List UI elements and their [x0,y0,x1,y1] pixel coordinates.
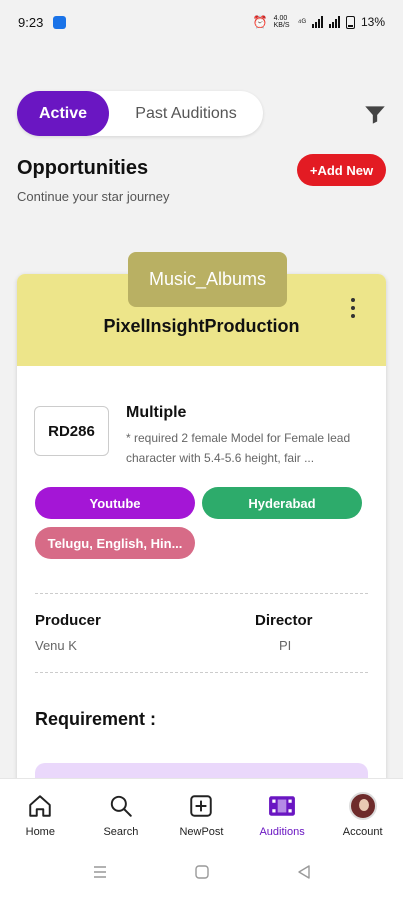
divider [35,672,368,673]
signal-2-icon [328,16,340,28]
platform-chip: Youtube [35,487,195,519]
page-subtitle: Continue your star journey [17,189,170,204]
recents-icon[interactable] [92,864,108,880]
nav-auditions[interactable]: Auditions [242,779,323,844]
requirement-title: Requirement : [35,709,157,729]
notification-icon [53,15,67,29]
system-nav-bar [0,844,403,900]
role-title: Multiple [126,404,187,421]
divider [35,593,368,594]
nav-newpost[interactable]: NewPost [161,779,242,844]
home-button-icon[interactable] [194,864,210,880]
location-chip: Hyderabad [202,487,362,519]
battery-icon [345,15,355,29]
director-name: PI [279,638,292,653]
battery-percent: 13% [360,15,385,29]
audition-card[interactable]: PixelInsightProduction RD286 Multiple * … [17,274,386,794]
audition-tabs: Active Past Auditions [17,91,263,136]
nav-newpost-label: NewPost [179,826,224,838]
film-icon [268,792,296,820]
category-tag: Music_Albums [128,252,287,307]
tab-past-auditions[interactable]: Past Auditions [109,105,263,123]
back-icon[interactable] [296,864,312,880]
language-chip: Telugu, English, Hin... [35,527,195,559]
company-name: PixelInsightProduction [103,316,300,336]
status-time: 9:23 [18,14,44,30]
status-left: 9:23 [18,14,67,30]
signal-1-icon [311,16,323,28]
account-icon-wrapper [348,792,377,820]
add-new-button[interactable]: +Add New [297,154,386,186]
nav-account-label: Account [342,826,383,838]
role-description: * required 2 female Model for Female lea… [126,431,351,465]
audition-code: RD286 [34,406,109,456]
nav-search-label: Search [103,826,139,838]
avatar [348,792,377,820]
page-title: Opportunities [17,157,149,179]
status-right: ⏰ 4.00 KB/S ⁴ᴳ 13% [253,15,385,29]
net-speed: 4.00 KB/S [273,15,290,29]
nav-account[interactable]: Account [322,779,403,844]
producer-label: Producer [35,612,101,629]
alarm-icon: ⏰ [252,15,268,29]
filter-icon[interactable] [362,102,388,128]
nav-home-label: Home [25,826,55,838]
wifi-calling-icon: ⁴ᴳ [297,17,306,27]
director-label: Director [255,612,313,629]
home-icon [26,792,54,820]
nav-search[interactable]: Search [81,779,162,844]
more-options-icon[interactable] [350,298,356,318]
producer-name: Venu K [35,638,77,653]
plus-square-icon [187,792,215,820]
bottom-nav: Home Search NewPost Auditions Account [0,778,403,844]
tab-active[interactable]: Active [17,91,109,136]
nav-auditions-label: Auditions [259,826,305,838]
search-icon [107,792,135,820]
nav-home[interactable]: Home [0,779,81,844]
status-bar: 9:23 ⏰ 4.00 KB/S ⁴ᴳ 13% [0,0,403,44]
